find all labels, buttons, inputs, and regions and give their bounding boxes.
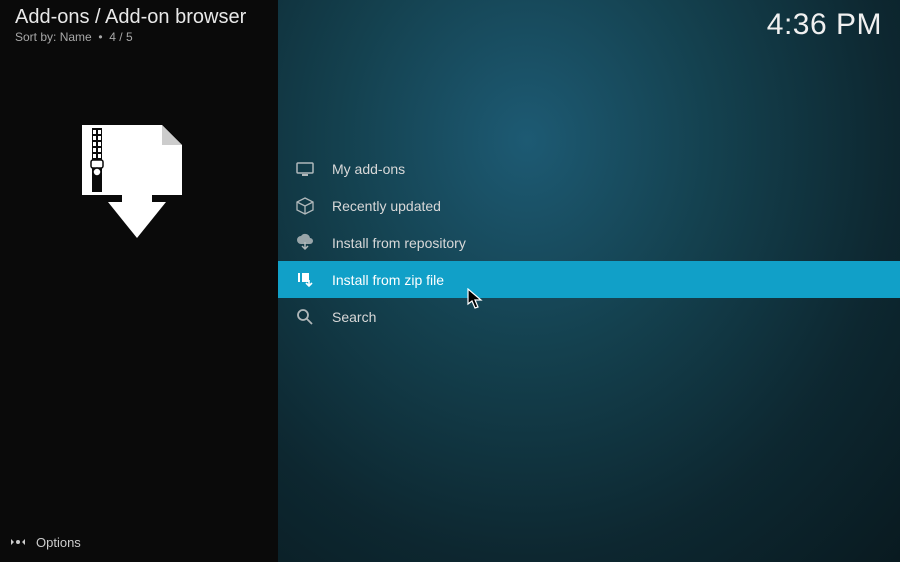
menu-item-install-repository[interactable]: Install from repository: [278, 224, 900, 261]
sort-info: Sort by: Name • 4 / 5: [15, 30, 246, 44]
position: 4 / 5: [109, 30, 132, 44]
sidebar: Add-ons / Add-on browser Sort by: Name •…: [0, 0, 278, 562]
menu-label: Install from repository: [332, 235, 466, 251]
search-icon: [293, 305, 317, 329]
menu-label: Install from zip file: [332, 272, 444, 288]
header: Add-ons / Add-on browser Sort by: Name •…: [15, 6, 246, 44]
breadcrumb: Add-ons / Add-on browser: [15, 6, 246, 29]
options-label: Options: [36, 535, 81, 550]
clock: 4:36 PM: [767, 8, 882, 42]
menu-item-my-addons[interactable]: My add-ons: [278, 150, 900, 187]
zip-download-icon: [293, 268, 317, 292]
menu-item-search[interactable]: Search: [278, 298, 900, 335]
options-icon: [10, 534, 26, 550]
monitor-icon: [293, 157, 317, 181]
menu-label: Recently updated: [332, 198, 441, 214]
menu-label: Search: [332, 309, 376, 325]
box-icon: [293, 194, 317, 218]
sort-label: Sort by:: [15, 30, 56, 44]
addon-installer-icon: [72, 120, 200, 248]
menu-item-install-zip[interactable]: Install from zip file: [278, 261, 900, 298]
menu-item-recently-updated[interactable]: Recently updated: [278, 187, 900, 224]
main-panel: 4:36 PM My add-ons Recently updated Inst…: [278, 0, 900, 562]
cloud-download-icon: [293, 231, 317, 255]
position-separator: •: [95, 30, 109, 44]
options-button[interactable]: Options: [10, 534, 81, 550]
sort-value: Name: [60, 30, 92, 44]
menu-list: My add-ons Recently updated Install from…: [278, 150, 900, 335]
menu-label: My add-ons: [332, 161, 405, 177]
